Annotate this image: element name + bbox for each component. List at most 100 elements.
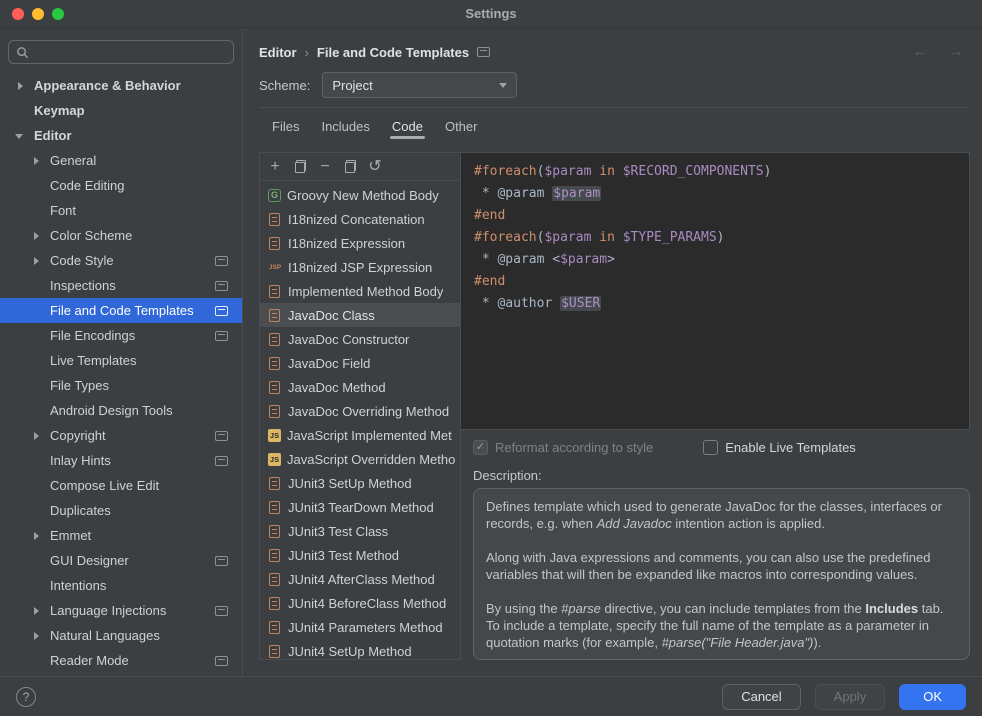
sidebar-item-live-templates[interactable]: Live Templates — [0, 348, 242, 373]
template-list-item[interactable]: JUnit4 SetUp Method — [260, 639, 460, 659]
remove-template-button[interactable]: − — [313, 156, 337, 178]
template-name: I18nized JSP Expression — [288, 260, 432, 275]
chevron-right-icon[interactable] — [12, 78, 28, 94]
sidebar-item-emmet[interactable]: Emmet — [0, 523, 242, 548]
create-child-template-icon — [294, 160, 307, 173]
description-paragraph: Defines template which used to generate … — [486, 498, 957, 532]
tab-files[interactable]: Files — [261, 108, 310, 144]
template-list-item[interactable]: JSJavaScript Implemented Met — [260, 423, 460, 447]
template-list-item[interactable]: JUnit3 Test Class — [260, 519, 460, 543]
template-list-item[interactable]: JUnit3 TearDown Method — [260, 495, 460, 519]
sidebar-item-natural-languages[interactable]: Natural Languages — [0, 623, 242, 648]
sidebar-item-intentions[interactable]: Intentions — [0, 573, 242, 598]
cancel-button[interactable]: Cancel — [722, 684, 800, 710]
scheme-select[interactable]: Project — [322, 72, 517, 98]
chevron-placeholder — [28, 478, 44, 494]
chevron-placeholder — [28, 328, 44, 344]
sidebar-item-color-scheme[interactable]: Color Scheme — [0, 223, 242, 248]
template-editor[interactable]: #foreach($param in $RECORD_COMPONENTS) *… — [461, 152, 970, 430]
chevron-right-icon[interactable] — [28, 428, 44, 444]
chevron-right-icon[interactable] — [28, 628, 44, 644]
sidebar-item-file-types[interactable]: File Types — [0, 373, 242, 398]
template-list-item[interactable]: JUnit4 AfterClass Method — [260, 567, 460, 591]
template-list-item[interactable]: JUnit4 Parameters Method — [260, 615, 460, 639]
duplicate-template-button[interactable] — [338, 156, 362, 178]
chevron-right-icon[interactable] — [28, 603, 44, 619]
chevron-right-icon[interactable] — [28, 153, 44, 169]
chevron-right-icon[interactable] — [28, 528, 44, 544]
sidebar-item-label: Android Design Tools — [50, 403, 173, 418]
help-button[interactable]: ? — [16, 687, 36, 707]
sidebar-item-copyright[interactable]: Copyright — [0, 423, 242, 448]
template-list-item[interactable]: JavaDoc Class — [260, 303, 460, 327]
template-body: + − ↺ GGroovy New Method BodyI18nized Conc… — [259, 152, 970, 660]
template-list-item[interactable]: I18nized Concatenation — [260, 207, 460, 231]
sidebar-item-android-design-tools[interactable]: Android Design Tools — [0, 398, 242, 423]
reformat-label: Reformat according to style — [495, 440, 653, 455]
sidebar-item-appearance-behavior[interactable]: Appearance & Behavior — [0, 73, 242, 98]
template-name: I18nized Expression — [288, 236, 405, 251]
sidebar-item-language-injections[interactable]: Language Injections — [0, 598, 242, 623]
template-list-item[interactable]: Implemented Method Body — [260, 279, 460, 303]
template-icon — [269, 645, 280, 658]
sidebar-item-gui-designer[interactable]: GUI Designer — [0, 548, 242, 573]
groovy-icon: G — [268, 189, 281, 202]
template-list-item[interactable]: GGroovy New Method Body — [260, 183, 460, 207]
chevron-right-icon[interactable] — [28, 228, 44, 244]
sidebar-item-label: Font — [50, 203, 76, 218]
breadcrumb-section[interactable]: Editor — [259, 45, 297, 60]
sidebar-item-inspections[interactable]: Inspections — [0, 273, 242, 298]
forward-icon[interactable]: → — [942, 43, 970, 61]
template-list-item[interactable]: JSPI18nized JSP Expression — [260, 255, 460, 279]
code-line: * @param $param — [474, 183, 956, 205]
chevron-placeholder — [28, 278, 44, 294]
ok-button[interactable]: OK — [899, 684, 966, 710]
apply-button[interactable]: Apply — [815, 684, 886, 710]
reset-templates-button[interactable]: ↺ — [363, 156, 387, 178]
sidebar-item-file-encodings[interactable]: File Encodings — [0, 323, 242, 348]
sidebar-item-general[interactable]: General — [0, 148, 242, 173]
tab-includes[interactable]: Includes — [310, 108, 380, 144]
template-list-item[interactable]: JavaDoc Overriding Method — [260, 399, 460, 423]
template-list-item[interactable]: JavaDoc Field — [260, 351, 460, 375]
create-child-template-button[interactable] — [288, 156, 312, 178]
live-templates-checkbox[interactable] — [703, 440, 718, 455]
reformat-checkbox[interactable] — [473, 440, 488, 455]
sidebar-item-reader-mode[interactable]: Reader Mode — [0, 648, 242, 673]
add-template-button[interactable]: + — [263, 156, 287, 178]
remove-template-icon: − — [320, 159, 329, 175]
chevron-right-icon[interactable] — [28, 253, 44, 269]
search-input[interactable] — [34, 45, 226, 60]
project-settings-icon — [215, 306, 228, 316]
sidebar-item-compose-live-edit[interactable]: Compose Live Edit — [0, 473, 242, 498]
sidebar-item-file-and-code-templates[interactable]: File and Code Templates — [0, 298, 242, 323]
template-list-item[interactable]: JUnit3 SetUp Method — [260, 471, 460, 495]
sidebar-item-font[interactable]: Font — [0, 198, 242, 223]
tab-other[interactable]: Other — [434, 108, 489, 144]
sidebar-item-label: Compose Live Edit — [50, 478, 159, 493]
reformat-option: Reformat according to style — [473, 440, 653, 455]
add-template-icon: + — [270, 159, 279, 175]
template-list-item[interactable]: JUnit4 BeforeClass Method — [260, 591, 460, 615]
sidebar-item-editor[interactable]: Editor — [0, 123, 242, 148]
template-list-item[interactable]: JavaDoc Constructor — [260, 327, 460, 351]
back-icon[interactable]: ← — [906, 43, 934, 61]
code-line: #foreach($param in $TYPE_PARAMS) — [474, 227, 956, 249]
sidebar-item-code-editing[interactable]: Code Editing — [0, 173, 242, 198]
sidebar-item-duplicates[interactable]: Duplicates — [0, 498, 242, 523]
template-list-item[interactable]: JSJavaScript Overridden Metho — [260, 447, 460, 471]
sidebar-item-code-style[interactable]: Code Style — [0, 248, 242, 273]
chevron-down-icon[interactable] — [12, 128, 28, 144]
sidebar-item-inlay-hints[interactable]: Inlay Hints — [0, 448, 242, 473]
sidebar-item-label: Keymap — [34, 103, 85, 118]
sidebar-item-keymap[interactable]: Keymap — [0, 98, 242, 123]
tab-code[interactable]: Code — [381, 108, 434, 144]
settings-search[interactable] — [8, 40, 234, 64]
template-name: JavaDoc Field — [288, 356, 370, 371]
template-list-item[interactable]: JavaDoc Method — [260, 375, 460, 399]
description-panel[interactable]: Defines template which used to generate … — [473, 488, 970, 660]
template-list-item[interactable]: I18nized Expression — [260, 231, 460, 255]
template-list-item[interactable]: JUnit3 Test Method — [260, 543, 460, 567]
project-settings-icon — [215, 656, 228, 666]
sidebar-item-label: General — [50, 153, 96, 168]
